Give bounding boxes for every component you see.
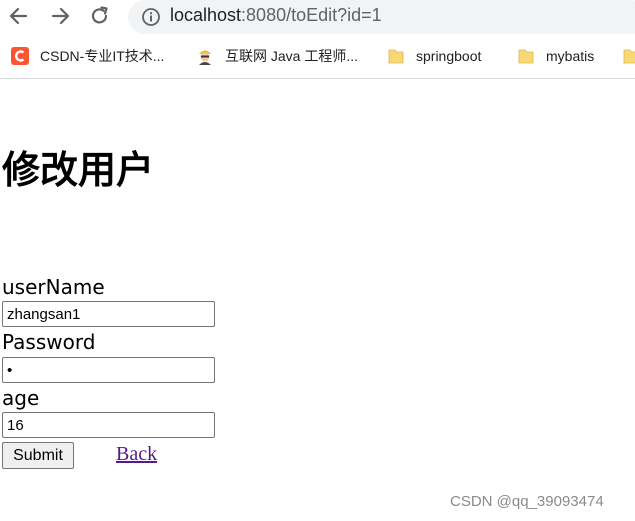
chrome-divider [0,78,635,79]
url-path: :8080/toEdit?id=1 [241,5,382,25]
folder-icon [622,47,635,65]
bookmark-mybatis[interactable]: mybatis [517,44,594,68]
back-link[interactable]: Back [116,441,157,467]
url-text[interactable]: localhost:8080/toEdit?id=1 [170,5,382,26]
address-bar[interactable]: localhost:8080/toEdit?id=1 [128,0,635,34]
password-label: Password [2,330,96,354]
bookmark-java-engineer[interactable]: 互联网 Java 工程师... [196,44,358,68]
csdn-logo-icon [11,47,29,65]
age-label: age [2,386,40,410]
browser-toolbar: localhost:8080/toEdit?id=1 [0,0,635,34]
back-arrow-icon[interactable] [6,4,32,28]
bookmarks-bar: CSDN-专业IT技术... 互联网 Java 工程师... springboo… [0,40,635,74]
bookmark-label: CSDN-专业IT技术... [40,48,165,64]
bookmark-csdn[interactable]: CSDN-专业IT技术... [11,44,164,68]
bookmark-label: 互联网 Java 工程师... [225,48,359,64]
age-input[interactable] [2,412,215,438]
password-input[interactable] [2,357,215,383]
submit-button[interactable]: Submit [2,442,74,469]
url-host: localhost [170,5,242,25]
forward-arrow-icon[interactable] [47,4,73,28]
csdn-watermark: CSDN @qq_39093474 [450,493,604,510]
folder-icon [387,47,405,65]
folder-icon [517,47,535,65]
username-label: userName [2,275,105,299]
bookmark-label: springboot [416,48,482,64]
reload-icon[interactable] [87,4,113,28]
browser-chrome: localhost:8080/toEdit?id=1 CSDN-专业IT技术..… [0,0,635,79]
info-icon[interactable] [141,7,161,27]
bookmark-overflow[interactable] [622,44,635,68]
bookmark-springboot[interactable]: springboot [387,44,481,68]
bookmark-label: mybatis [546,48,595,64]
username-input[interactable] [2,301,215,327]
page-title: 修改用户 [2,148,155,192]
avatar-icon [196,47,214,65]
